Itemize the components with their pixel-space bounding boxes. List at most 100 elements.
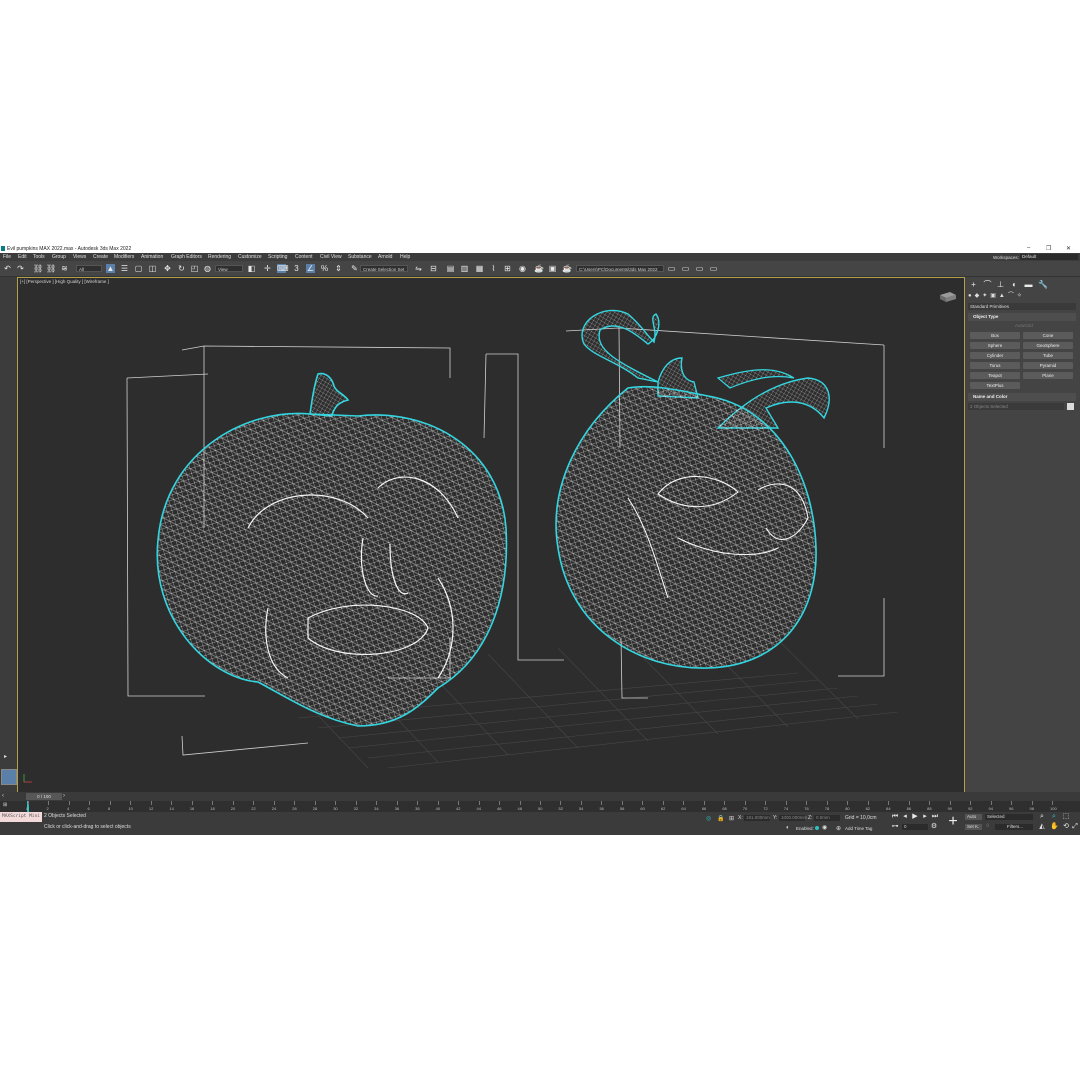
zoom-all-icon[interactable]: ⌕ [1050, 813, 1058, 821]
cone-button[interactable]: Cone [1023, 332, 1073, 339]
current-frame-field[interactable]: 0 [902, 824, 928, 830]
manipulate-icon[interactable]: ✛ [263, 264, 272, 273]
time-config-icon[interactable]: ⚙ [930, 823, 938, 831]
name-and-color-rollout[interactable]: Name and Color [968, 393, 1076, 401]
menu-graph-editors[interactable]: Graph Editors [171, 254, 202, 260]
menu-create[interactable]: Create [93, 254, 108, 260]
selection-filter-dropdown[interactable]: All [76, 265, 102, 272]
project-folder-icon[interactable]: ▭ [667, 264, 676, 273]
toggle-ribbon-icon[interactable]: ▦ [475, 264, 484, 273]
time-slider-thumb[interactable]: 0 / 100 [26, 793, 62, 800]
render-production-icon[interactable]: ☕ [562, 264, 572, 273]
menu-file[interactable]: File [3, 254, 11, 260]
set-key-icon[interactable]: + [944, 813, 962, 831]
select-object-icon[interactable]: ▲ [106, 264, 115, 273]
time-tag-icon[interactable]: ◉ [822, 824, 827, 831]
textplus-button[interactable]: TextPlus [970, 382, 1020, 389]
time-slider[interactable]: ‹ 0 / 100 › [0, 792, 1080, 801]
mirror-icon[interactable]: ⇋ [414, 264, 423, 273]
workspace-select[interactable]: Default [1020, 254, 1078, 260]
key-mode-icon[interactable]: ⊶ [891, 823, 899, 831]
save-project-icon[interactable]: ▭ [695, 264, 704, 273]
isolate-icon[interactable]: ◎ [706, 815, 711, 822]
key-filters-button[interactable]: Filters... [995, 824, 1033, 830]
named-selection-dropdown[interactable]: Create Selection Set [360, 265, 408, 272]
angle-snap-icon[interactable]: ∠ [306, 264, 315, 273]
hierarchy-tab-icon[interactable]: ⊥ [996, 280, 1005, 289]
menu-content[interactable]: Content [295, 254, 313, 260]
expand-layout-icon[interactable]: ▸ [4, 753, 12, 761]
unlink-icon[interactable]: ⛓ [46, 264, 56, 273]
y-coordinate-field[interactable]: 1000.000mm [779, 815, 807, 821]
maxscript-listener[interactable]: MAXScript Mini [0, 812, 42, 822]
rect-selection-icon[interactable]: ▢ [134, 264, 143, 273]
menu-arnold[interactable]: Arnold [378, 254, 392, 260]
z-coordinate-field[interactable]: 0.0mm [814, 815, 840, 821]
create-tab-icon[interactable]: + [969, 280, 978, 289]
close-button[interactable]: ✕ [1066, 245, 1071, 252]
project-path-dropdown[interactable]: C:\Users\PC\Documents\3ds Max 2022 [576, 265, 664, 272]
display-tab-icon[interactable]: ▬ [1024, 280, 1033, 289]
orbit-icon[interactable]: ⟲ [1062, 823, 1070, 831]
pivot-center-icon[interactable]: ◧ [247, 264, 256, 273]
pan-icon[interactable]: ✋ [1050, 823, 1059, 831]
torus-button[interactable]: Torus [970, 362, 1020, 369]
prev-frame-icon[interactable]: ‹ [2, 793, 4, 799]
menu-customize[interactable]: Customize [238, 254, 262, 260]
percent-snap-icon[interactable]: % [320, 264, 329, 273]
minimize-button[interactable]: – [1027, 245, 1030, 251]
plane-button[interactable]: Plane [1023, 372, 1073, 379]
window-crossing-icon[interactable]: ◫ [148, 264, 157, 273]
object-color-swatch[interactable] [1067, 403, 1074, 410]
snaps-toggle-icon[interactable]: 3 [292, 264, 301, 273]
previous-frame-icon[interactable]: ◂ [901, 813, 909, 821]
tube-button[interactable]: Tube [1023, 352, 1073, 359]
schematic-view-icon[interactable]: ⊞ [503, 264, 512, 273]
move-icon[interactable]: ✥ [163, 264, 172, 273]
play-icon[interactable]: ▶ [911, 813, 919, 821]
menu-scripting[interactable]: Scripting [268, 254, 287, 260]
utilities-tab-icon[interactable]: 🔧 [1038, 280, 1048, 289]
menu-animation[interactable]: Animation [141, 254, 163, 260]
render-setup-icon[interactable]: ☕ [534, 264, 544, 273]
teapot-button[interactable]: Teapot [970, 372, 1020, 379]
motion-tab-icon[interactable]: ◐ [1010, 280, 1019, 289]
field-of-view-icon[interactable]: ◭ [1038, 823, 1046, 831]
pyramid-button[interactable]: Pyramid [1023, 362, 1073, 369]
key-filter-select[interactable]: Selected [985, 814, 1033, 820]
reference-coord-dropdown[interactable]: View [215, 265, 243, 272]
select-by-name-icon[interactable]: ☰ [120, 264, 129, 273]
link-icon[interactable]: ⛓ [33, 264, 43, 273]
box-button[interactable]: Box [970, 332, 1020, 339]
maximize-button[interactable]: ❐ [1046, 245, 1051, 252]
curve-editor-icon[interactable]: ⌇ [489, 264, 498, 273]
enabled-indicator[interactable] [815, 826, 819, 830]
edit-named-selection-icon[interactable]: ✎ [350, 264, 359, 273]
rotate-icon[interactable]: ↻ [177, 264, 186, 273]
next-key-icon[interactable]: ▸ [921, 813, 929, 821]
menu-substance[interactable]: Substance [348, 254, 372, 260]
spinner-snap-icon[interactable]: ⇕ [334, 264, 343, 273]
go-to-start-icon[interactable]: ⏮ [891, 813, 899, 821]
menu-modifiers[interactable]: Modifiers [114, 254, 134, 260]
layer-explorer-icon[interactable]: ▥ [460, 264, 469, 273]
menu-views[interactable]: Views [73, 254, 86, 260]
autogrid-label[interactable]: AutoGrid [1015, 323, 1033, 328]
primitive-category-dropdown[interactable]: Standard Primitives [968, 303, 1076, 310]
menu-group[interactable]: Group [52, 254, 66, 260]
menu-tools[interactable]: Tools [33, 254, 45, 260]
curve-editor-mini-icon[interactable]: ⊞ [3, 802, 13, 809]
rendered-frame-window-icon[interactable]: ▣ [548, 264, 557, 273]
perspective-viewport[interactable]: [+] [Perspective ] [High Quality ] [Wire… [17, 277, 965, 793]
selection-lock-icon[interactable]: 🔒 [717, 815, 724, 822]
open-project-icon[interactable]: ▭ [681, 264, 690, 273]
modify-tab-icon[interactable]: ⌒ [983, 280, 992, 289]
add-time-tag-icon[interactable]: ⊕ [836, 825, 841, 832]
next-frame-icon[interactable]: › [63, 793, 65, 799]
menu-help[interactable]: Help [400, 254, 410, 260]
transform-mode-icon[interactable]: ⊞ [729, 815, 734, 822]
cylinder-button[interactable]: Cylinder [970, 352, 1020, 359]
set-key-button[interactable]: Set K. [965, 824, 982, 830]
zoom-icon[interactable]: ⌕ [1038, 813, 1046, 821]
viewport-layout-thumbnail[interactable] [1, 769, 17, 785]
